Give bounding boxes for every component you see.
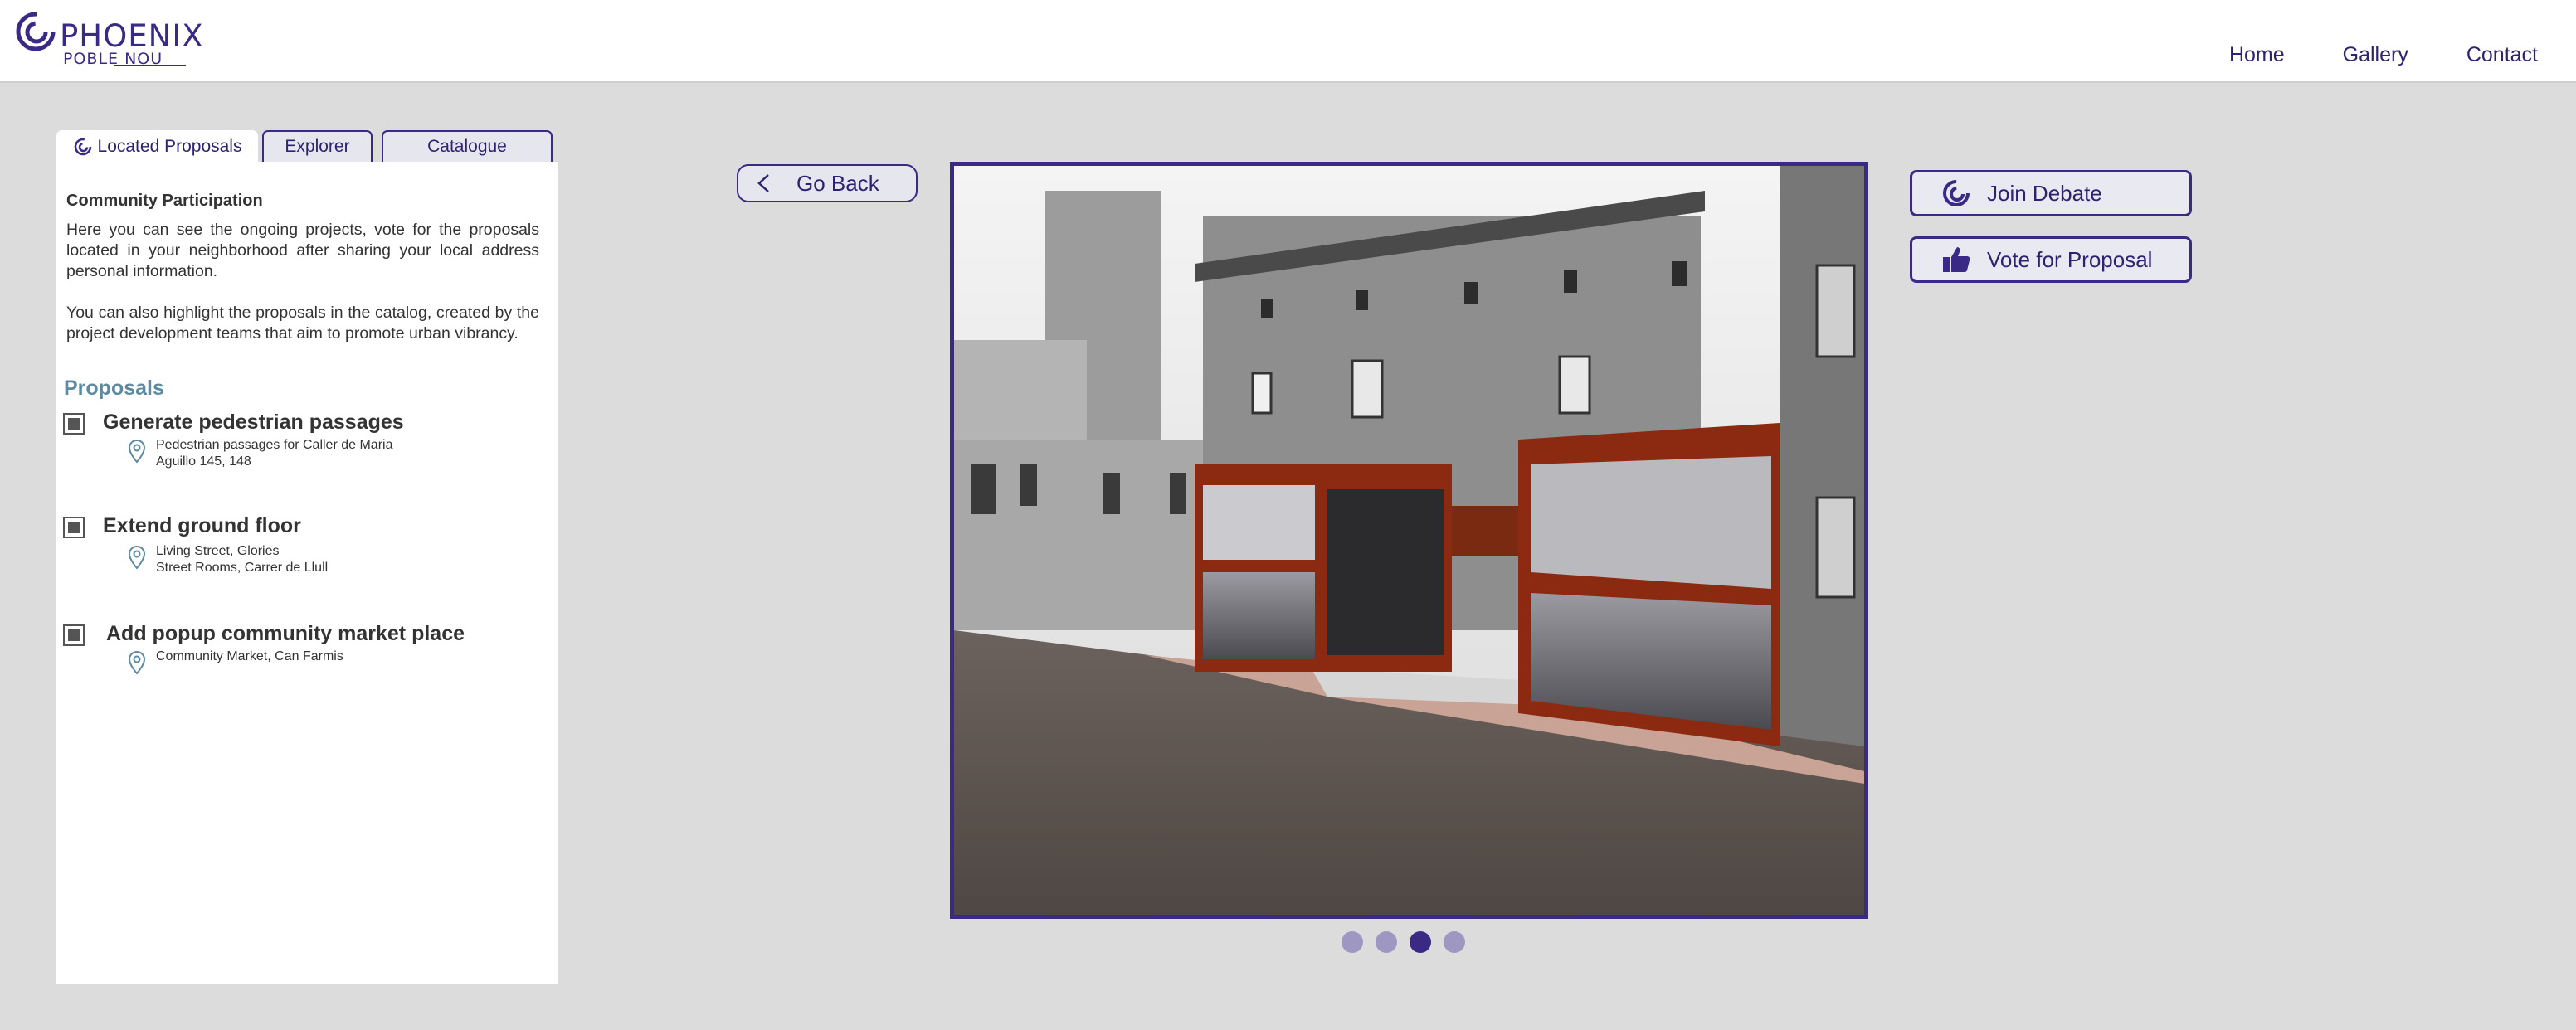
proposal-checkbox[interactable] [63,517,85,538]
proposal-checkbox[interactable] [63,624,85,646]
proposal-title: Generate pedestrian passages [103,411,404,434]
thumbs-up-icon [1943,247,1970,272]
proposal-location: Community Market, Can Farmis [156,649,343,665]
panel-paragraph-2: You can also highlight the proposals in … [66,304,539,343]
map-pin-icon [128,545,146,570]
proposal-item: Generate pedestrian passages Pedestrian … [63,411,528,477]
proposal-item: Add popup community market place Communi… [63,622,528,688]
proposal-item: Extend ground floor Living Street, Glori… [63,514,528,581]
proposal-location-line: Pedestrian passages for Caller de Maria [156,438,393,452]
vote-label: Vote for Proposal [1987,246,2153,272]
tab-located-label: Located Proposals [97,137,242,156]
proposals-title: Proposals [64,377,164,400]
swirl-icon [1943,180,1970,206]
main-nav: Home Gallery Contact [2229,43,2538,67]
brand-title: PHOENIX [60,18,204,54]
carousel-dot[interactable] [1444,931,1465,953]
tab-catalogue-label: Catalogue [427,137,507,156]
proposal-image-viewer[interactable] [950,162,1868,919]
panel-heading: Community Participation [66,192,263,210]
tab-explorer-label: Explorer [285,137,350,156]
map-pin-icon [128,439,146,464]
tab-explorer[interactable]: Explorer [262,130,373,162]
panel-paragraph-1: Here you can see the ongoing projects, v… [66,221,539,280]
carousel-dot[interactable] [1342,931,1363,953]
nav-home-link[interactable]: Home [2229,43,2285,67]
proposal-location-line: Aguillo 145, 148 [156,454,251,469]
brand-underline [114,65,186,66]
proposal-title: Extend ground floor [103,514,301,537]
proposal-location-line: Living Street, Glories [156,544,280,558]
carousel-dot-active[interactable] [1410,931,1431,953]
site-header: PHOENIX POBLE NOU Home Gallery Contact [0,0,2576,83]
proposal-rendering-image [954,166,1864,915]
nav-gallery-link[interactable]: Gallery [2343,43,2408,67]
swirl-logo-icon [16,12,56,51]
brand-logo[interactable]: PHOENIX POBLE NOU [15,10,203,71]
proposal-title: Add popup community market place [106,622,465,645]
proposals-panel: Community Participation Here you can see… [56,162,558,984]
proposal-checkbox[interactable] [63,413,85,435]
join-debate-button[interactable]: Join Debate [1910,170,2192,216]
tab-located-proposals[interactable]: Located Proposals [56,130,258,162]
proposal-location-line: Community Market, Can Farmis [156,649,343,663]
nav-contact-link[interactable]: Contact [2466,43,2538,67]
go-back-label: Go Back [796,170,879,196]
join-debate-label: Join Debate [1987,180,2102,206]
proposal-location: Living Street, Glories Street Rooms, Car… [156,543,328,576]
proposal-location-line: Street Rooms, Carrer de Llull [156,561,329,575]
map-pin-icon [128,650,146,675]
chevron-left-icon [757,174,769,192]
carousel-dot[interactable] [1376,931,1397,953]
tab-catalogue[interactable]: Catalogue [382,130,553,162]
vote-for-proposal-button[interactable]: Vote for Proposal [1910,236,2192,283]
swirl-icon [74,138,91,156]
carousel-indicators [1342,931,1465,953]
proposal-location: Pedestrian passages for Caller de Maria … [156,437,392,470]
go-back-button[interactable]: Go Back [737,164,918,202]
